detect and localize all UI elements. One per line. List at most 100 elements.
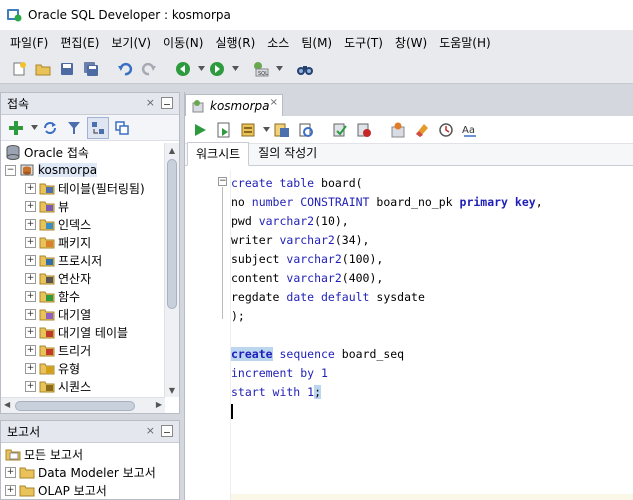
reports-panel-minimize-button[interactable] xyxy=(161,425,173,437)
expand-icon[interactable]: + xyxy=(25,236,36,248)
expand-icon[interactable]: + xyxy=(25,380,36,392)
menu-item-2[interactable]: 보기(V) xyxy=(105,32,157,53)
refresh-icon[interactable] xyxy=(39,117,61,139)
add-connection-dropdown-icon[interactable] xyxy=(29,117,39,139)
connection-tree-item-3[interactable]: + 뷰 xyxy=(1,197,165,215)
connections-panel-close-button[interactable]: × xyxy=(146,96,155,109)
connection-tree-item-12[interactable]: + 유형 xyxy=(1,359,165,377)
scroll-right-arrow-icon[interactable]: ▶ xyxy=(156,400,162,409)
menu-item-8[interactable]: 창(W) xyxy=(389,32,433,53)
menu-item-4[interactable]: 실행(R) xyxy=(209,32,261,53)
run-script-icon[interactable] xyxy=(213,119,235,141)
scroll-left-arrow-icon[interactable]: ◀ xyxy=(4,400,10,409)
add-connection-icon[interactable] xyxy=(5,117,27,139)
scroll-up-arrow-icon[interactable]: ▲ xyxy=(165,143,179,157)
code-token: ; xyxy=(314,385,322,399)
reports-panel: 보고서 × 모든 보고서 + Data Modeler 보고서 + OLAP 보고서 xyxy=(0,420,180,500)
expand-icon[interactable]: + xyxy=(25,308,36,320)
expand-icon[interactable]: + xyxy=(25,290,36,302)
operator-folder-icon xyxy=(39,270,55,286)
expand-icon[interactable]: + xyxy=(25,218,36,230)
connection-tree-item-0[interactable]: Oracle 접속 xyxy=(1,143,165,161)
save-all-icon[interactable] xyxy=(80,58,102,80)
autotrace-dropdown-icon[interactable] xyxy=(261,119,271,141)
tab-worksheet[interactable]: 워크시트 xyxy=(187,142,250,166)
schema-browser-icon[interactable] xyxy=(87,116,109,139)
vertical-scroll-thumb[interactable] xyxy=(167,159,177,309)
open-folder-icon[interactable] xyxy=(32,58,54,80)
forward-icon[interactable] xyxy=(206,58,228,80)
collapse-icon[interactable]: − xyxy=(5,164,16,176)
back-dropdown-icon[interactable] xyxy=(196,58,206,80)
menu-item-0[interactable]: 파일(F) xyxy=(4,32,54,53)
connection-tree-item-1[interactable]: − kosmorpa xyxy=(1,161,165,179)
connection-tree-item-6[interactable]: + 프로시저 xyxy=(1,251,165,269)
connection-tree-item-7[interactable]: + 연산자 xyxy=(1,269,165,287)
scroll-down-arrow-icon[interactable]: ▼ xyxy=(165,383,179,397)
report-tree-item-1[interactable]: + Data Modeler 보고서 xyxy=(1,463,179,481)
expand-icon[interactable]: + xyxy=(25,200,36,212)
new-file-icon[interactable] xyxy=(8,58,30,80)
report-tree-item-0[interactable]: 모든 보고서 xyxy=(1,445,179,463)
rollback-icon[interactable] xyxy=(353,119,375,141)
menu-item-5[interactable]: 소스 xyxy=(261,32,295,53)
connection-tree-item-label: 뷰 xyxy=(58,199,70,214)
expand-icon[interactable]: + xyxy=(25,254,36,266)
back-icon[interactable] xyxy=(172,58,194,80)
sql-tuning-icon[interactable] xyxy=(295,119,317,141)
sql-worksheet-icon[interactable]: SQL xyxy=(250,58,272,80)
eraser-icon[interactable] xyxy=(411,119,433,141)
filter-icon[interactable] xyxy=(63,117,85,139)
expand-icon[interactable]: + xyxy=(5,466,16,478)
menu-item-7[interactable]: 도구(T) xyxy=(338,32,389,53)
sql-worksheet-dropdown-icon[interactable] xyxy=(274,58,284,80)
reports-panel-title: 보고서 xyxy=(7,425,41,439)
expand-icon[interactable]: + xyxy=(25,326,36,338)
horizontal-scroll-thumb[interactable] xyxy=(15,401,135,411)
connection-tree-item-8[interactable]: + 함수 xyxy=(1,287,165,305)
forward-dropdown-icon[interactable] xyxy=(230,58,240,80)
save-icon[interactable] xyxy=(56,58,78,80)
menu-item-1[interactable]: 편집(E) xyxy=(54,32,105,53)
menu-item-6[interactable]: 팀(M) xyxy=(295,32,338,53)
collapse-all-icon[interactable] xyxy=(111,117,133,139)
undo-icon[interactable] xyxy=(114,58,136,80)
explain-plan-icon[interactable] xyxy=(271,119,293,141)
expand-icon[interactable]: + xyxy=(25,362,36,374)
connections-panel-minimize-button[interactable] xyxy=(161,97,173,109)
format-case-icon[interactable]: Aa xyxy=(459,119,481,141)
report-tree-item-2[interactable]: + OLAP 보고서 xyxy=(1,481,179,499)
binoculars-icon[interactable] xyxy=(294,58,316,80)
reports-panel-close-button[interactable]: × xyxy=(146,424,155,437)
connections-vertical-scrollbar[interactable]: ▲ ▼ xyxy=(164,143,179,397)
menu-item-9[interactable]: 도움말(H) xyxy=(433,32,497,53)
expand-icon[interactable]: + xyxy=(25,182,36,194)
redo-icon[interactable] xyxy=(138,58,160,80)
connections-horizontal-scrollbar[interactable]: ◀ ▶ xyxy=(1,397,165,413)
code-fold-toggle-icon[interactable]: − xyxy=(218,177,227,186)
code-editor[interactable]: − create table board(no number CONSTRAIN… xyxy=(185,170,633,500)
commit-icon[interactable] xyxy=(329,119,351,141)
worksheet-tab-close-icon[interactable]: × xyxy=(270,97,278,108)
connection-tree-item-2[interactable]: + 테이블(필터링됨) xyxy=(1,179,165,197)
connection-tree-item-9[interactable]: + 대기열 xyxy=(1,305,165,323)
function-folder-icon xyxy=(39,288,55,304)
connection-tree-item-5[interactable]: + 패키지 xyxy=(1,233,165,251)
queue-folder-icon xyxy=(39,306,55,322)
sql-history-icon[interactable] xyxy=(387,119,409,141)
monitor-sql-icon[interactable] xyxy=(435,119,457,141)
connection-tree-item-4[interactable]: + 인덱스 xyxy=(1,215,165,233)
expand-icon[interactable]: + xyxy=(25,272,36,284)
tab-query-builder[interactable]: 질의 작성기 xyxy=(249,141,326,165)
run-statement-icon[interactable] xyxy=(189,119,211,141)
connection-tree-item-13[interactable]: + 시퀀스 xyxy=(1,377,165,395)
expand-icon[interactable]: + xyxy=(5,484,16,496)
worksheet-tab-kosmorpa[interactable]: kosmorpa × xyxy=(185,94,283,116)
autotrace-icon[interactable] xyxy=(237,119,259,141)
connection-tree-item-11[interactable]: + 트리거 xyxy=(1,341,165,359)
worksheet-subtabs: 워크시트 질의 작성기 xyxy=(185,141,633,166)
connection-tree-item-label: 트리거 xyxy=(58,343,92,358)
connection-tree-item-10[interactable]: + 대기열 테이블 xyxy=(1,323,165,341)
expand-icon[interactable]: + xyxy=(25,344,36,356)
menu-item-3[interactable]: 이동(N) xyxy=(157,32,209,53)
